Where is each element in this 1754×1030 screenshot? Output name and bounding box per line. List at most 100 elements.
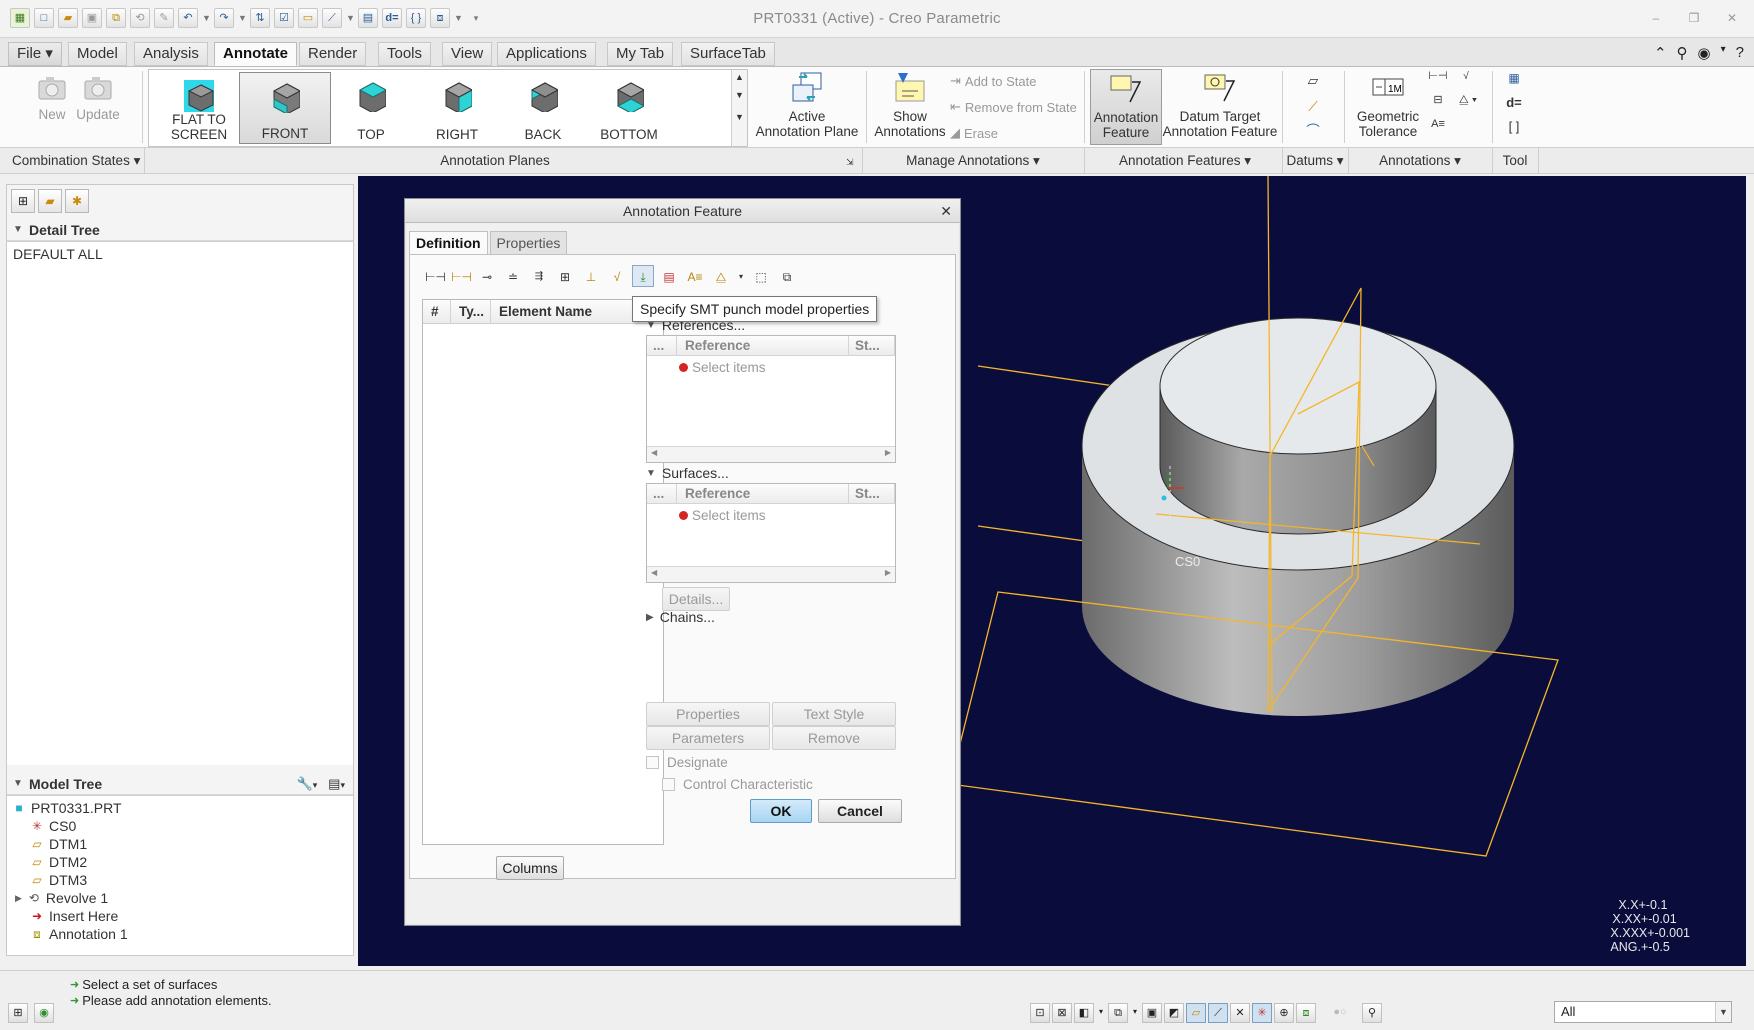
col-number[interactable]: # xyxy=(423,300,451,324)
find-icon[interactable]: ⚲ xyxy=(1362,1003,1382,1023)
datum-target-annotation-button[interactable]: Datum Target Annotation Feature xyxy=(1162,71,1278,139)
references-collector[interactable]: ... Reference St... Select items ◀ ▶ xyxy=(646,335,896,463)
show-annotations-button[interactable]: Show Annotations xyxy=(870,71,950,139)
show-dropdown-icon[interactable]: ▾ xyxy=(340,780,345,790)
saved-views-icon[interactable]: ⧉ xyxy=(1108,1003,1128,1023)
model-tree-header[interactable]: ▼ Model Tree 🔧▾ ▤▾ xyxy=(7,773,353,795)
d-equals-icon[interactable]: d= xyxy=(1502,95,1526,110)
spin-center-icon[interactable]: ⊕ xyxy=(1274,1003,1294,1023)
view-bottom[interactable]: BOTTOM xyxy=(583,72,675,144)
close-icon[interactable]: ✕ xyxy=(1724,10,1740,26)
parameters-icon[interactable]: [ ] xyxy=(1502,119,1526,134)
dialog-close-icon[interactable]: ✕ xyxy=(940,199,952,223)
table-icon[interactable]: ▤ xyxy=(658,265,680,287)
view-right[interactable]: RIGHT xyxy=(411,72,503,144)
csys-display-icon[interactable]: ✳ xyxy=(1252,1003,1272,1023)
note-icon[interactable]: A≡ xyxy=(684,265,706,287)
tab-my-tab[interactable]: My Tab xyxy=(607,42,674,66)
display-dropdown-icon[interactable]: ▾ xyxy=(1096,1003,1106,1023)
collapse-ribbon-icon[interactable]: ⌃ xyxy=(1654,44,1667,62)
tab-surface-tab[interactable]: SurfaceTab xyxy=(681,42,775,66)
properties-button[interactable]: Properties xyxy=(646,702,770,726)
tree-item-revolve[interactable]: ▶ ⟲ Revolve 1 xyxy=(15,890,108,906)
geometric-tolerance-icon[interactable]: ⊞ xyxy=(554,265,576,287)
ok-button[interactable]: OK xyxy=(750,799,812,823)
ref-hscroll[interactable]: ◀ ▶ xyxy=(647,446,895,462)
update-state-button[interactable]: Update xyxy=(74,73,122,122)
group-annotations[interactable]: Annotations ▾ xyxy=(1348,153,1492,169)
note-icon[interactable]: A≡ xyxy=(1428,117,1448,132)
group-manage-annotations[interactable]: Manage Annotations ▾ xyxy=(866,153,1080,169)
plane-display-icon[interactable]: ▱ xyxy=(1186,1003,1206,1023)
view-manager-icon[interactable]: ▣ xyxy=(1142,1003,1162,1023)
erase-button[interactable]: ◢ Erase xyxy=(950,125,998,141)
dialog-title-bar[interactable]: Annotation Feature ✕ xyxy=(405,199,960,223)
tree-item-dtm2[interactable]: ▱ DTM2 xyxy=(29,854,87,870)
surface-finish-icon[interactable]: √ xyxy=(1456,69,1476,84)
details-button[interactable]: Details... xyxy=(662,587,730,611)
detail-tree-header[interactable]: ▼ Detail Tree xyxy=(7,219,353,241)
control-characteristic-checkbox[interactable]: Control Characteristic xyxy=(662,777,813,792)
maximize-icon[interactable]: ❐ xyxy=(1686,10,1702,26)
views-dropdown-icon[interactable]: ▾ xyxy=(1130,1003,1140,1023)
annotation-display-icon[interactable]: ⧈ xyxy=(1296,1003,1316,1023)
display-style-icon[interactable]: ◧ xyxy=(1074,1003,1094,1023)
dimension-tool-icon[interactable]: ⊢⊣ xyxy=(1428,69,1448,84)
settings-dropdown-icon[interactable]: ▾ xyxy=(313,780,318,790)
driven-dimension-icon[interactable]: ≐ xyxy=(502,265,524,287)
tab-render[interactable]: Render xyxy=(299,42,367,66)
columns-button[interactable]: Columns xyxy=(496,856,564,880)
refit-icon[interactable]: ⊡ xyxy=(1030,1003,1050,1023)
datum-axis-icon[interactable]: ⟋ xyxy=(1300,99,1326,114)
reference-dimension-icon[interactable]: ⊸ xyxy=(476,265,498,287)
favorites-tab-icon[interactable]: ✱ xyxy=(65,189,89,213)
tab-view[interactable]: View xyxy=(442,42,493,66)
model-tree-tab-icon[interactable]: ⊞ xyxy=(11,189,35,213)
dimension-12-icon[interactable]: ⇶ xyxy=(528,265,550,287)
symbol-dropdown-icon[interactable]: ⧋ ▾ xyxy=(1450,93,1486,108)
tab-definition[interactable]: Definition xyxy=(409,231,488,255)
relation-icon[interactable]: ▦ xyxy=(1502,71,1526,86)
folder-browser-tab-icon[interactable]: ▰ xyxy=(38,189,62,213)
tree-item-insert-here[interactable]: ➜ Insert Here xyxy=(29,908,118,924)
new-state-button[interactable]: New xyxy=(30,73,74,122)
ordinate-dimension-icon[interactable]: ⊢⊣ xyxy=(450,265,472,287)
axis-display-icon[interactable]: ⟋ xyxy=(1208,1003,1228,1023)
datum-feature-symbol-icon[interactable]: ⊥ xyxy=(580,265,602,287)
surfaces-collector[interactable]: ... Reference St... Select items ◀ ▶ xyxy=(646,483,896,583)
browser-toggle-icon[interactable]: ◉ xyxy=(34,1003,54,1023)
copy-icon[interactable]: ⧉ xyxy=(776,265,798,287)
tab-tools[interactable]: Tools xyxy=(378,42,432,66)
collapse-triangle-icon[interactable]: ▼ xyxy=(13,219,23,241)
detail-item-default-all[interactable]: DEFAULT ALL xyxy=(13,246,103,262)
gallery-scrollbar[interactable]: ▲ ▼ ▼ xyxy=(731,70,747,146)
zoom-icon[interactable]: ⊠ xyxy=(1052,1003,1072,1023)
ref-select-items[interactable]: Select items xyxy=(679,360,766,375)
remove-button[interactable]: Remove xyxy=(772,726,896,750)
tab-model[interactable]: Model xyxy=(68,42,127,66)
linear-dimension-icon[interactable]: ⊢⊣ xyxy=(424,265,446,287)
tree-item-cs0[interactable]: ✳ CS0 xyxy=(29,818,76,834)
cancel-button[interactable]: Cancel xyxy=(818,799,902,823)
tree-item-dtm3[interactable]: ▱ DTM3 xyxy=(29,872,87,888)
view-front[interactable]: FRONT xyxy=(239,72,331,144)
surfaces-section[interactable]: ▼ Surfaces... xyxy=(646,465,729,481)
tab-annotate[interactable]: Annotate xyxy=(214,42,297,66)
community-icon[interactable]: ◉ xyxy=(1698,44,1711,62)
group-annotation-features[interactable]: Annotation Features ▾ xyxy=(1088,153,1282,169)
datum-plane-icon[interactable]: ▱ xyxy=(1300,73,1326,88)
element-table[interactable]: # Ty... Element Name xyxy=(422,299,664,845)
tab-analysis[interactable]: Analysis xyxy=(134,42,208,66)
scroll-down-icon[interactable]: ▼ xyxy=(732,90,747,100)
ordinate-dimension-icon[interactable]: ⊟ xyxy=(1428,93,1448,108)
set-datum-icon[interactable]: ⬚ xyxy=(750,265,772,287)
perspective-icon[interactable]: ◩ xyxy=(1164,1003,1184,1023)
tree-show-icon[interactable]: ▤ xyxy=(328,776,340,791)
active-annotation-plane-button[interactable]: Active Annotation Plane xyxy=(754,71,860,139)
tree-item-annotation[interactable]: ⧈ Annotation 1 xyxy=(29,926,127,942)
expand-gallery-icon[interactable]: ▼ xyxy=(732,112,747,122)
surface-finish-icon[interactable]: √ xyxy=(606,265,628,287)
add-to-state-button[interactable]: ⇥ Add to State xyxy=(950,73,1036,89)
scroll-up-icon[interactable]: ▲ xyxy=(732,72,747,82)
datum-curve-icon[interactable]: ⌒ xyxy=(1300,123,1326,138)
